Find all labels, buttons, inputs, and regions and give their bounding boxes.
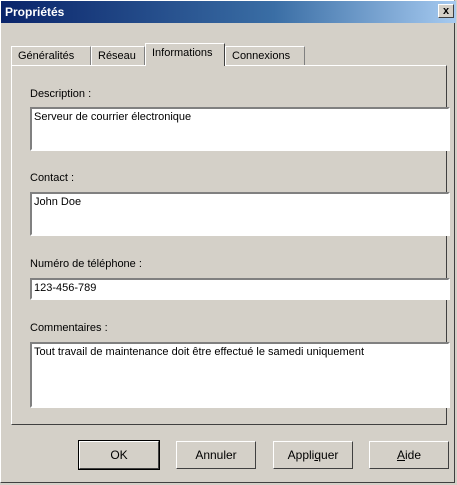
tab-informations[interactable]: Informations [145, 43, 225, 66]
description-label: Description : [30, 88, 92, 100]
contact-field[interactable]: John Doe [30, 192, 450, 236]
help-mnemonic: A [396, 448, 405, 462]
informations-panel: Description : Serveur de courrier électr… [11, 65, 450, 425]
phone-field[interactable]: 123-456-789 [30, 278, 450, 300]
dialog-buttons: OK Annuler Appliquer Aide [1, 440, 457, 471]
apply-label-prefix: Appli [287, 448, 315, 462]
cancel-button[interactable]: Annuler [176, 441, 256, 469]
title-bar: Propriétés x [1, 1, 456, 23]
comments-label: Commentaires : [30, 322, 108, 334]
contact-label: Contact : [30, 172, 75, 184]
phone-label: Numéro de téléphone : [30, 258, 142, 270]
help-label-suffix: ide [405, 448, 422, 462]
help-button[interactable]: Aide [369, 441, 449, 469]
tab-label: Généralités [18, 50, 75, 62]
close-button[interactable]: x [438, 4, 454, 18]
apply-mnemonic: q [314, 448, 322, 462]
properties-dialog: Propriétés x Généralités Réseau Informat… [0, 0, 457, 483]
ok-button[interactable]: OK [78, 440, 160, 470]
tab-label: Réseau [98, 50, 136, 62]
tab-connexions[interactable]: Connexions [225, 46, 305, 65]
comments-field[interactable]: Tout travail de maintenance doit être ef… [30, 342, 450, 408]
tab-label: Connexions [232, 50, 291, 62]
tab-reseau[interactable]: Réseau [91, 46, 145, 65]
description-field[interactable]: Serveur de courrier électronique [30, 107, 450, 151]
tab-label: Informations [152, 47, 213, 59]
window-title: Propriétés [5, 5, 65, 19]
apply-label-suffix: uer [321, 448, 339, 462]
apply-button[interactable]: Appliquer [273, 441, 353, 469]
tab-generalites[interactable]: Généralités [11, 46, 91, 65]
